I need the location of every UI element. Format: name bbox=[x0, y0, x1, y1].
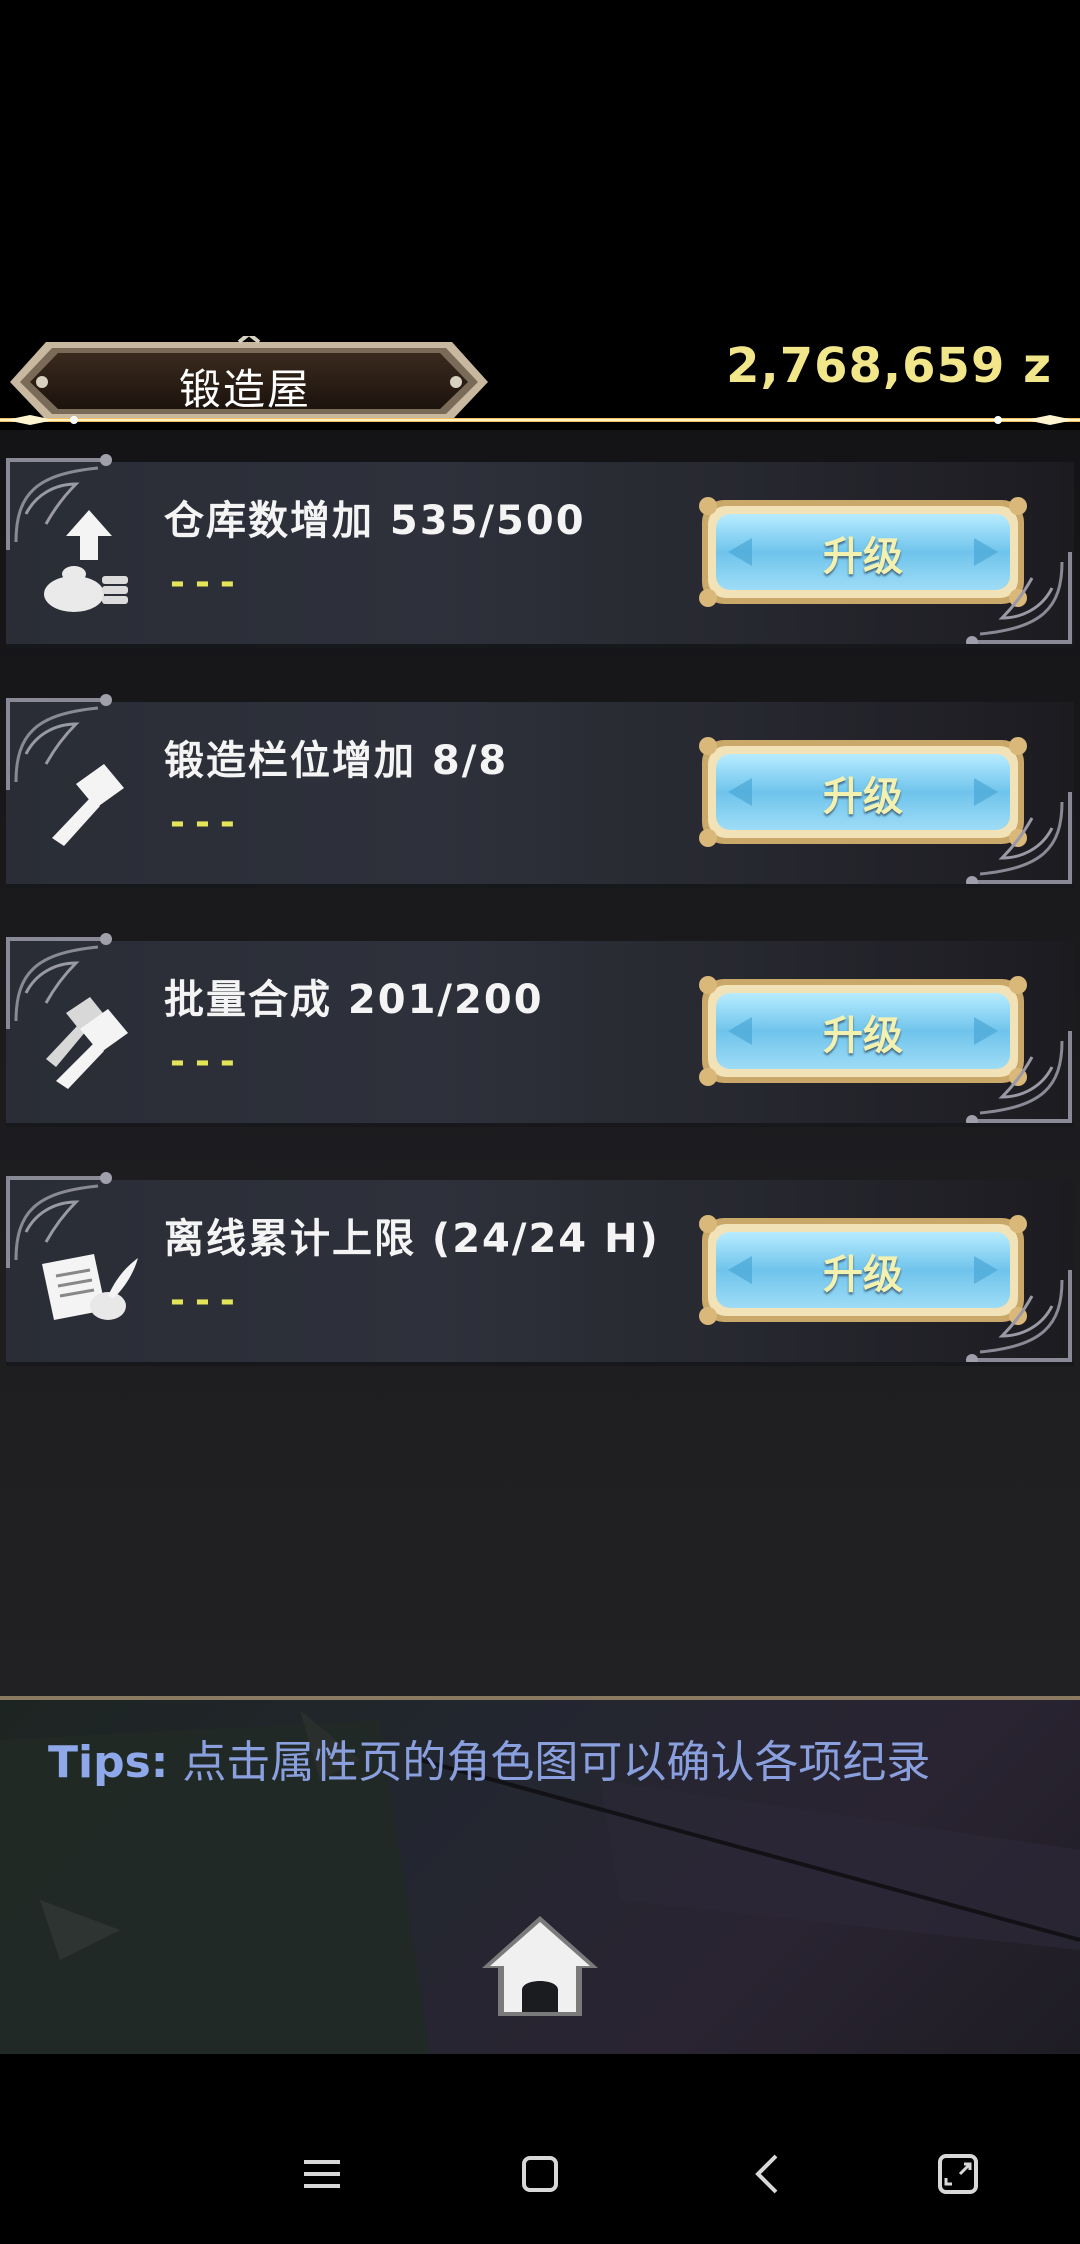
page-title: 锻造屋 bbox=[178, 365, 311, 414]
back-icon[interactable] bbox=[744, 2150, 792, 2198]
row-title: 锻造栏位增加 8/8 bbox=[164, 738, 509, 784]
upgrade-row-storage: 仓库数增加 535/500 --- 升级 bbox=[6, 454, 1074, 648]
system-navigation-bar bbox=[0, 2054, 1080, 2244]
upgrade-row-batch-craft: 批量合成 201/200 --- 升级 bbox=[6, 933, 1074, 1127]
row-title: 仓库数增加 535/500 bbox=[164, 498, 586, 544]
gold-divider-line bbox=[0, 415, 1080, 425]
home-icon[interactable] bbox=[478, 1912, 602, 2022]
double-hammer-icon bbox=[46, 997, 128, 1089]
ornament-corner-bottom-right bbox=[966, 1270, 1072, 1366]
hammer-icon bbox=[52, 764, 124, 846]
ornament-corner-bottom-right bbox=[966, 792, 1072, 888]
row-subtext: --- bbox=[170, 562, 245, 603]
ornament-corner-bottom-right bbox=[966, 552, 1072, 648]
money-bag-upload-icon bbox=[44, 510, 128, 612]
tips-text: Tips: 点击属性页的角色图可以确认各项纪录 bbox=[48, 1726, 930, 1790]
row-subtext: --- bbox=[170, 1280, 245, 1321]
row-subtext: --- bbox=[170, 802, 245, 843]
menu-icon[interactable] bbox=[298, 2150, 346, 2198]
tips-label: Tips: bbox=[48, 1737, 169, 1788]
home-square-icon[interactable] bbox=[516, 2150, 564, 2198]
tips-message: 点击属性页的角色图可以确认各项纪录 bbox=[182, 1737, 931, 1788]
row-title: 批量合成 201/200 bbox=[164, 977, 544, 1023]
game-screen: 锻造屋 2,768,659 z 仓库数增加 535/500 --- 升级 锻造栏… bbox=[0, 0, 1080, 2054]
scroll-quill-icon bbox=[42, 1254, 138, 1320]
upgrade-row-forge-slot: 锻造栏位增加 8/8 --- 升级 bbox=[6, 694, 1074, 888]
ornament-corner-bottom-right bbox=[966, 1031, 1072, 1127]
zeny-counter: 2,768,659 z bbox=[726, 338, 1052, 394]
row-title: 离线累计上限 (24/24 H) bbox=[164, 1216, 660, 1262]
floating-window-icon[interactable] bbox=[934, 2150, 982, 2198]
upgrade-row-offline-limit: 离线累计上限 (24/24 H) --- 升级 bbox=[6, 1172, 1074, 1366]
row-subtext: --- bbox=[170, 1041, 245, 1082]
